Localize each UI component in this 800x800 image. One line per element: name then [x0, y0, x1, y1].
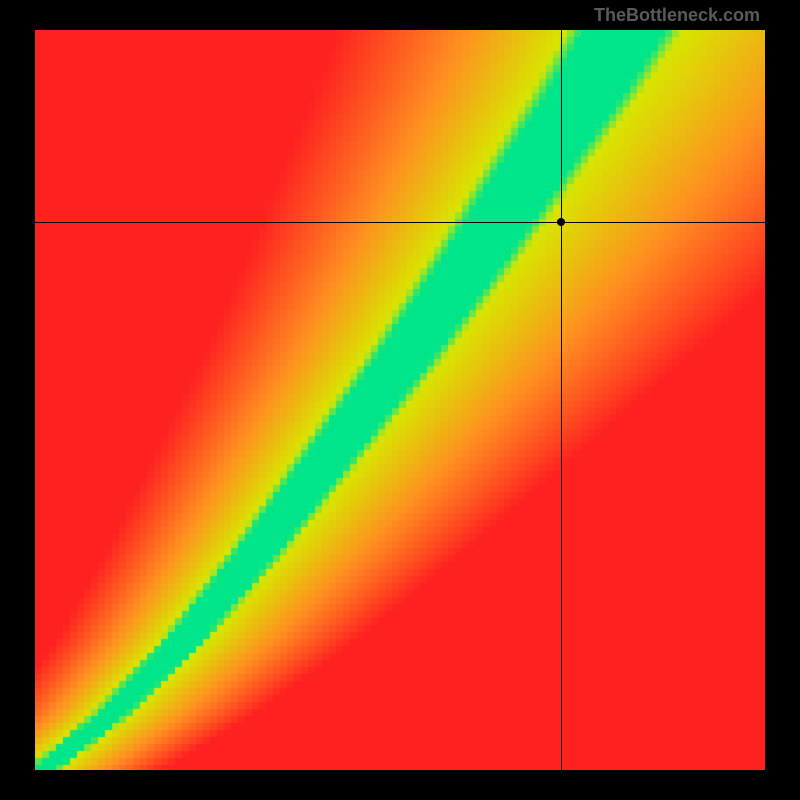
heatmap-chart	[35, 30, 765, 770]
heatmap-canvas	[35, 30, 765, 770]
marker-point	[557, 218, 565, 226]
crosshair-horizontal	[35, 222, 765, 223]
watermark-text: TheBottleneck.com	[594, 5, 760, 26]
crosshair-vertical	[561, 30, 562, 770]
